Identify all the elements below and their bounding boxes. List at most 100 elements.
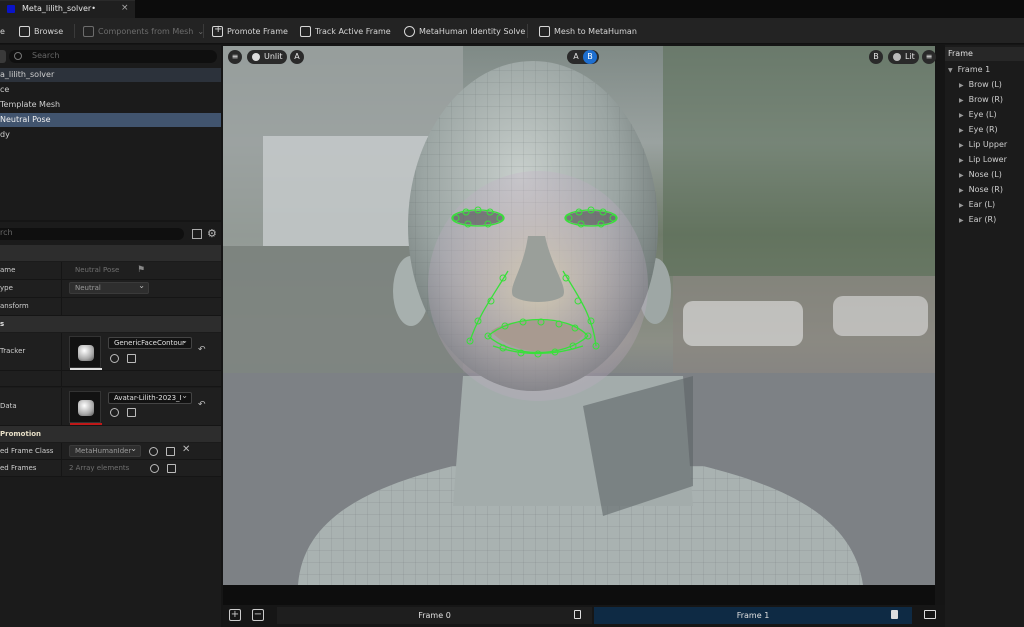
lock-open-icon[interactable]: [574, 610, 581, 619]
chevron-right-icon[interactable]: ▶: [959, 199, 964, 213]
browse-class-icon[interactable]: [166, 447, 175, 456]
chevron-down-icon[interactable]: ▼: [948, 64, 953, 78]
add-element-icon[interactable]: [150, 464, 159, 473]
use-selected-icon[interactable]: [149, 447, 158, 456]
clear-x-icon[interactable]: ✕: [182, 444, 190, 455]
frame-tree-item[interactable]: ▶ Eye (L): [945, 108, 1024, 122]
frame-tree-item[interactable]: ▶ Lip Upper: [945, 138, 1024, 152]
data-asset-thumbnail[interactable]: [69, 391, 102, 425]
outliner-item-face[interactable]: ce: [0, 83, 221, 97]
chevron-right-icon[interactable]: ▶: [959, 79, 964, 93]
outliner-search-input[interactable]: Search: [9, 50, 217, 63]
prop-divider: [61, 280, 62, 297]
add-frame-icon[interactable]: +: [229, 609, 241, 621]
remove-frame-icon[interactable]: −: [252, 609, 264, 621]
frame-class-dropdown[interactable]: MetaHumanIder: [69, 445, 141, 457]
frame-tree-item[interactable]: ▶ Nose (R): [945, 183, 1024, 197]
slot-a-label: A: [294, 52, 300, 61]
category-s-label: s: [0, 320, 5, 328]
details-category-promotion[interactable]: Promotion: [0, 426, 221, 442]
grid-view-icon[interactable]: [192, 229, 202, 239]
frame-tree-item-label: Ear (L): [968, 200, 996, 209]
tracker-asset-dropdown[interactable]: GenericFaceContour: [108, 337, 192, 349]
chevron-right-icon[interactable]: ▶: [959, 94, 964, 108]
slot-b-button[interactable]: B: [869, 50, 883, 64]
toolbar-divider: [74, 24, 75, 38]
lit-mode-label: Lit: [905, 52, 915, 61]
identity-solve-label: MetaHuman Identity Solve: [419, 26, 526, 36]
trash-icon[interactable]: [167, 464, 176, 473]
promote-frame-button[interactable]: Promote Frame: [212, 22, 288, 40]
track-active-frame-button[interactable]: Track Active Frame: [300, 22, 391, 40]
close-icon[interactable]: ×: [121, 3, 129, 13]
frame-tree-item[interactable]: ▶ Eye (R): [945, 123, 1024, 137]
flag-icon[interactable]: ⚑: [137, 265, 145, 275]
components-from-mesh-button[interactable]: Components from Mesh ⌄: [83, 22, 204, 40]
frames-count-value: 2 Array elements: [69, 464, 130, 472]
frame-tree-item[interactable]: ▶ Brow (L): [945, 78, 1024, 92]
frame-tree-item[interactable]: ▶ Ear (R): [945, 213, 1024, 227]
details-search-input[interactable]: rch: [0, 228, 184, 240]
prop-tracker-label: Tracker: [0, 347, 26, 355]
use-selected-icon[interactable]: [110, 354, 119, 363]
use-selected-icon[interactable]: [110, 408, 119, 417]
frame-tree-root[interactable]: ▼ Frame 1: [945, 63, 1024, 77]
background-car: [683, 301, 803, 346]
tab-frame-1[interactable]: Frame 1: [594, 607, 912, 624]
details-category-header[interactable]: [0, 245, 221, 261]
promote-frame-label: Promote Frame: [227, 26, 288, 36]
tab-frame-0[interactable]: Frame 0: [277, 607, 592, 624]
identity-solve-button[interactable]: MetaHuman Identity Solve: [404, 22, 525, 40]
prop-name-row: ame Neutral Pose ⚑: [0, 262, 221, 280]
browse-button[interactable]: Browse: [19, 22, 63, 40]
slot-a-button[interactable]: A: [290, 50, 304, 64]
data-asset-value: Avatar-Lilith-2023_I: [114, 394, 182, 402]
outliner-item-solver[interactable]: a_lilith_solver: [0, 68, 221, 82]
details-category-s[interactable]: s: [0, 316, 221, 332]
outliner-item-template-mesh[interactable]: Template Mesh: [0, 98, 221, 112]
frame-tree-item[interactable]: ▶ Brow (R): [945, 93, 1024, 107]
chevron-right-icon[interactable]: ▶: [959, 154, 964, 168]
browse-asset-icon[interactable]: [127, 408, 136, 417]
chevron-right-icon[interactable]: ▶: [959, 184, 964, 198]
viewport[interactable]: [223, 46, 935, 585]
frame-outliner-header-label: Frame: [948, 49, 973, 58]
lit-sphere-icon: [893, 53, 901, 61]
frame-tree-item[interactable]: ▶ Nose (L): [945, 168, 1024, 182]
tracker-thumbnail-underline: [70, 368, 102, 370]
lit-mode-button[interactable]: Lit: [888, 50, 919, 64]
outliner-add-button[interactable]: [0, 50, 6, 63]
camera-icon[interactable]: [924, 610, 936, 619]
reset-arrow-icon[interactable]: ↶: [198, 400, 206, 410]
browse-asset-icon[interactable]: [127, 354, 136, 363]
chevron-right-icon[interactable]: ▶: [959, 109, 964, 123]
ab-toggle-a[interactable]: A: [569, 50, 583, 64]
toolbar-partial-button[interactable]: e: [0, 22, 5, 40]
toolbar: e Browse Components from Mesh ⌄ Promote …: [0, 18, 1024, 44]
outliner-item-body[interactable]: dy: [0, 128, 221, 142]
chevron-right-icon[interactable]: ▶: [959, 139, 964, 153]
chevron-right-icon[interactable]: ▶: [959, 124, 964, 138]
data-asset-dropdown[interactable]: Avatar-Lilith-2023_I: [108, 392, 192, 404]
viewport-options-icon[interactable]: ≡: [922, 50, 936, 64]
tracker-asset-thumbnail[interactable]: [69, 336, 102, 370]
frame-tree-item[interactable]: ▶ Ear (L): [945, 198, 1024, 212]
frame-tree-item-label: Nose (L): [968, 170, 1002, 179]
document-tab[interactable]: Meta_lilith_solver• ×: [0, 0, 135, 18]
chevron-right-icon[interactable]: ▶: [959, 169, 964, 183]
mesh-to-metahuman-button[interactable]: Mesh to MetaHuman: [539, 22, 637, 40]
settings-gear-icon[interactable]: ⚙: [207, 227, 217, 240]
data-thumbnail-underline: [70, 423, 102, 425]
lock-closed-icon[interactable]: [891, 610, 898, 619]
chevron-right-icon[interactable]: ▶: [959, 214, 964, 228]
outliner-item-neutral-pose[interactable]: Neutral Pose: [0, 113, 221, 127]
prop-name-value[interactable]: Neutral Pose: [75, 266, 119, 274]
ab-toggle[interactable]: A B: [567, 50, 599, 64]
type-dropdown[interactable]: Neutral: [69, 282, 149, 294]
view-mode-button[interactable]: Unlit: [247, 50, 287, 64]
reset-arrow-icon[interactable]: ↶: [198, 345, 206, 355]
prop-divider: [61, 333, 62, 370]
viewport-menu-icon[interactable]: ≡: [228, 50, 242, 64]
ab-toggle-b[interactable]: B: [583, 50, 597, 64]
frame-tree-item[interactable]: ▶ Lip Lower: [945, 153, 1024, 167]
